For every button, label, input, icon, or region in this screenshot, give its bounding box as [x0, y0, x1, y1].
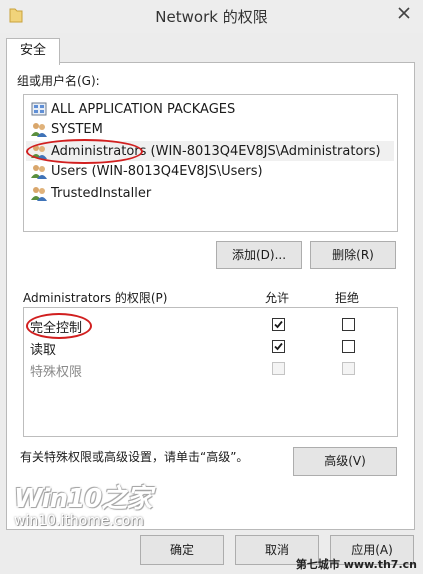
permission-name: 读取 — [30, 343, 57, 358]
allow-checkbox-full-control[interactable] — [272, 318, 285, 331]
list-item-selected[interactable]: Administrators (WIN-8013Q4EV8JS\Administ… — [26, 141, 394, 161]
group-users-label: 组或用户名(G): — [17, 74, 100, 88]
principal-name: ALL APPLICATION PACKAGES — [51, 101, 236, 117]
watermark-brand: Win10之家 — [14, 484, 152, 514]
ok-button[interactable]: 确定 — [140, 535, 224, 565]
list-item[interactable]: SYSTEM — [26, 119, 394, 139]
tab-security[interactable]: 安全 — [6, 38, 60, 65]
deny-checkbox-special — [342, 362, 355, 375]
principal-name: SYSTEM — [51, 121, 103, 137]
title-bar: Network 的权限 — [0, 0, 423, 33]
users-group-icon — [31, 187, 47, 201]
add-button[interactable]: 添加(D)... — [216, 241, 302, 269]
permission-row-full-control: 完全控制 — [24, 314, 397, 336]
advanced-note: 有关特殊权限或高级设置，请单击“高级”。 — [20, 450, 249, 464]
close-button[interactable] — [391, 2, 417, 24]
users-group-icon — [31, 123, 47, 137]
list-item[interactable]: Users (WIN-8013Q4EV8JS\Users) — [26, 161, 394, 181]
deny-column-header: 拒绝 — [335, 291, 360, 305]
checkmark-icon — [274, 342, 283, 351]
tab-bar: 安全 — [0, 33, 423, 65]
advanced-button[interactable]: 高级(V) — [293, 447, 397, 476]
principal-name: TrustedInstaller — [51, 185, 152, 201]
remove-button[interactable]: 删除(R) — [310, 241, 396, 269]
checkmark-icon — [274, 320, 283, 329]
permissions-table: 完全控制 读取 特殊权限 — [23, 307, 398, 437]
allow-column-header: 允许 — [265, 291, 290, 305]
close-icon — [398, 7, 410, 19]
watermark-logo: Win10之家 win10.ithome.com — [14, 478, 152, 529]
users-group-icon — [31, 145, 47, 159]
allow-checkbox-read[interactable] — [272, 340, 285, 353]
permissions-label: Administrators 的权限(P) — [23, 291, 168, 305]
window-title: Network 的权限 — [155, 8, 268, 26]
permission-row-read: 读取 — [24, 336, 397, 358]
permission-name: 特殊权限 — [30, 365, 83, 380]
deny-checkbox-full-control[interactable] — [342, 318, 355, 331]
app-packages-icon — [31, 102, 47, 116]
corner-watermark: 第七城市 www.th7.cn — [295, 558, 417, 571]
principal-name: Users (WIN-8013Q4EV8JS\Users) — [51, 163, 263, 179]
deny-checkbox-read[interactable] — [342, 340, 355, 353]
principals-list[interactable]: ALL APPLICATION PACKAGES SYSTEM Administ… — [23, 94, 398, 232]
permission-name: 完全控制 — [30, 321, 83, 336]
permission-row-special: 特殊权限 — [24, 358, 397, 380]
users-group-icon — [31, 165, 47, 179]
list-item[interactable]: TrustedInstaller — [26, 183, 394, 203]
watermark-url: win10.ithome.com — [14, 513, 144, 529]
allow-checkbox-special — [272, 362, 285, 375]
principal-name: Administrators (WIN-8013Q4EV8JS\Administ… — [51, 143, 381, 159]
list-item[interactable]: ALL APPLICATION PACKAGES — [26, 99, 394, 119]
